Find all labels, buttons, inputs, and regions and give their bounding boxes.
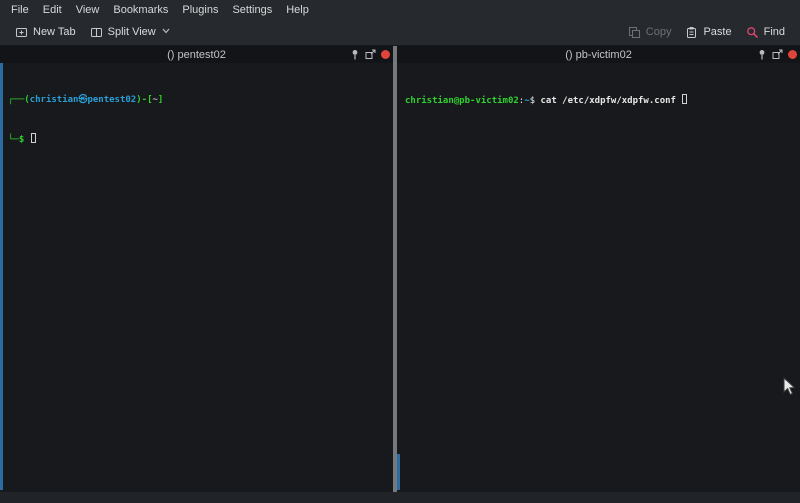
pane-pentest02: () pentest02 ┌──(christian㉿pe [0, 46, 393, 492]
terminal-area: () pentest02 ┌──(christian㉿pe [0, 46, 800, 492]
pane-header-icons [757, 46, 797, 63]
paste-label: Paste [703, 26, 731, 38]
find-button[interactable]: Find [739, 23, 792, 42]
menu-file[interactable]: File [4, 2, 36, 18]
close-icon[interactable] [788, 50, 797, 59]
pane-title: () pentest02 [167, 49, 226, 61]
terminal-pentest02[interactable]: ┌──(christian㉿pentest02)-[~] └─$ [0, 63, 393, 173]
menu-help[interactable]: Help [279, 2, 316, 18]
pane-title: () pb-victim02 [565, 49, 632, 61]
terminal-pb-victim02[interactable]: christian@pb-victim02:~$ cat /etc/xdpfw/… [397, 63, 800, 134]
menu-view[interactable]: View [69, 2, 107, 18]
new-tab-label: New Tab [33, 26, 76, 38]
split-view-icon [90, 26, 103, 39]
menu-plugins[interactable]: Plugins [175, 2, 225, 18]
prompt-line-2: └─$ [8, 133, 393, 147]
copy-icon [628, 26, 641, 39]
pane-header-pentest02: () pentest02 [0, 46, 393, 63]
pane-pb-victim02: () pb-victim02 christian@pb-v [397, 46, 800, 492]
terminal-cursor [682, 94, 687, 104]
detach-icon[interactable] [772, 49, 783, 60]
pane-header-icons [350, 46, 390, 63]
pin-icon[interactable] [757, 49, 767, 60]
prompt-line-1: ┌──(christian㉿pentest02)-[~] [8, 94, 393, 107]
chevron-down-icon [162, 26, 170, 36]
detach-icon[interactable] [365, 49, 376, 60]
pane-header-pb-victim02: () pb-victim02 [397, 46, 800, 63]
prompt-line: christian@pb-victim02:~$ cat /etc/xdpfw/… [405, 94, 800, 108]
new-tab-icon [15, 26, 28, 39]
paste-button[interactable]: Paste [678, 23, 738, 42]
toolbar: New Tab Split View Copy [0, 19, 800, 46]
window-footer [0, 492, 800, 503]
pin-icon[interactable] [350, 49, 360, 60]
menu-settings[interactable]: Settings [225, 2, 279, 18]
split-view-button[interactable]: Split View [83, 23, 177, 42]
paste-icon [685, 26, 698, 39]
new-tab-button[interactable]: New Tab [8, 23, 83, 42]
find-icon [746, 26, 759, 39]
copy-button[interactable]: Copy [621, 23, 679, 42]
close-icon[interactable] [381, 50, 390, 59]
copy-label: Copy [646, 26, 672, 38]
scrollbar[interactable] [0, 63, 3, 490]
menu-edit[interactable]: Edit [36, 2, 69, 18]
menu-bookmarks[interactable]: Bookmarks [106, 2, 175, 18]
find-label: Find [764, 26, 785, 38]
terminal-cursor [31, 133, 36, 143]
split-view-label: Split View [108, 26, 156, 38]
menubar: File Edit View Bookmarks Plugins Setting… [0, 0, 800, 19]
scrollbar[interactable] [397, 454, 400, 490]
